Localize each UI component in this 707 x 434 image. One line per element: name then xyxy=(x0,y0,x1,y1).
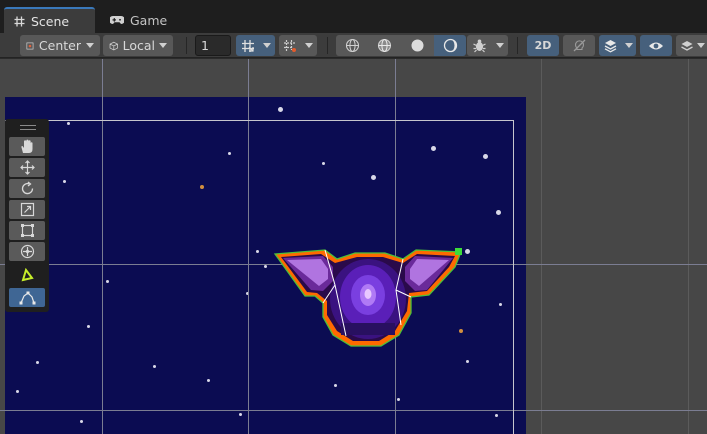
transform-tool-button[interactable] xyxy=(9,242,45,261)
toggle-2d-button[interactable]: 2D xyxy=(527,35,559,56)
grid-snap-dropdown[interactable] xyxy=(259,35,275,56)
edit-collider-button[interactable] xyxy=(9,288,45,307)
view-tool-button[interactable] xyxy=(9,137,45,156)
scene-viewport[interactable] xyxy=(0,59,707,434)
chevron-down-icon xyxy=(86,43,94,48)
increment-snap-dropdown[interactable] xyxy=(301,35,317,56)
window-tab-bar: Scene Game xyxy=(0,0,707,33)
pivot-rotation-label: Local xyxy=(122,38,155,53)
grid-increment-icon xyxy=(284,39,296,52)
chevron-down-icon xyxy=(159,43,167,48)
layers-dropdown[interactable] xyxy=(676,35,707,56)
layers-effects-icon xyxy=(604,40,616,53)
tab-scene-label: Scene xyxy=(31,13,70,29)
scene-visibility-toggle[interactable] xyxy=(640,35,672,56)
debug-draw-mode-dropdown[interactable] xyxy=(492,35,508,56)
shaded-wire-sphere-icon xyxy=(377,38,392,53)
wireframe-shading-button[interactable] xyxy=(336,35,368,56)
solid-sphere-icon xyxy=(411,39,424,52)
chevron-down-icon xyxy=(305,43,313,48)
grid-size-field[interactable]: 1 xyxy=(195,35,231,56)
shaded-button[interactable] xyxy=(401,35,434,56)
tools-overlay xyxy=(5,119,49,312)
chevron-down-icon xyxy=(496,43,504,48)
gamepad-icon xyxy=(110,16,124,24)
rect-tool-button[interactable] xyxy=(9,221,45,240)
triangle-edit-icon xyxy=(21,267,34,281)
moon-icon xyxy=(443,38,457,53)
shaded-wireframe-button[interactable] xyxy=(368,35,401,56)
scene-effects-toggle[interactable] xyxy=(599,35,621,56)
rect-transform-icon xyxy=(20,224,34,237)
scene-effects-dropdown[interactable] xyxy=(621,35,636,56)
toolbar-divider xyxy=(517,37,518,54)
pivot-mode-dropdown[interactable]: Center xyxy=(20,35,100,56)
scene-grid-line xyxy=(541,59,542,434)
grid-snap-icon xyxy=(241,39,254,52)
pivot-center-icon xyxy=(26,42,34,49)
cube-icon xyxy=(109,41,118,50)
increment-snap-toggle[interactable] xyxy=(279,35,301,56)
star-sprite xyxy=(278,107,283,112)
grid-size-value: 1 xyxy=(201,38,209,53)
grid-snap-toggle[interactable] xyxy=(236,35,259,56)
tab-game-label: Game xyxy=(130,12,168,28)
scene-grid-line xyxy=(688,59,689,434)
scale-icon xyxy=(20,202,34,217)
move-arrows-icon xyxy=(19,160,35,175)
scale-tool-button[interactable] xyxy=(9,200,45,219)
toggle-2d-label: 2D xyxy=(534,39,552,52)
player-ship-sprite[interactable] xyxy=(271,245,466,355)
pivot-mode-label: Center xyxy=(38,38,81,53)
chevron-down-icon xyxy=(624,43,633,48)
pivot-rotation-dropdown[interactable]: Local xyxy=(103,35,173,56)
layers-icon xyxy=(681,40,693,51)
chevron-down-icon xyxy=(697,43,705,48)
debug-draw-mode-button[interactable] xyxy=(467,35,492,56)
polygon-edit-icon xyxy=(19,291,35,304)
toolbar-divider xyxy=(327,37,328,54)
rotate-icon xyxy=(21,181,33,195)
chevron-down-icon xyxy=(263,43,271,48)
rotate-tool-button[interactable] xyxy=(9,179,45,198)
scene-toolbar: Center Local 1 2D xyxy=(0,33,707,58)
tab-game[interactable]: Game xyxy=(100,7,168,33)
toolbar-divider xyxy=(186,37,187,54)
bug-icon xyxy=(473,39,486,53)
wireframe-sphere-icon xyxy=(345,38,359,53)
tab-scene[interactable]: Scene xyxy=(4,7,95,33)
hash-icon xyxy=(14,16,25,26)
transform-icon xyxy=(20,244,34,259)
hand-icon xyxy=(21,139,33,153)
unlit-shading-button[interactable] xyxy=(434,35,466,56)
lightbulb-off-icon xyxy=(573,39,585,52)
eye-icon xyxy=(649,42,663,49)
lighting-toggle[interactable] xyxy=(563,35,595,56)
drag-handle[interactable] xyxy=(20,125,36,130)
move-tool-button[interactable] xyxy=(9,158,45,177)
custom-editor-tool-button[interactable] xyxy=(9,265,45,284)
